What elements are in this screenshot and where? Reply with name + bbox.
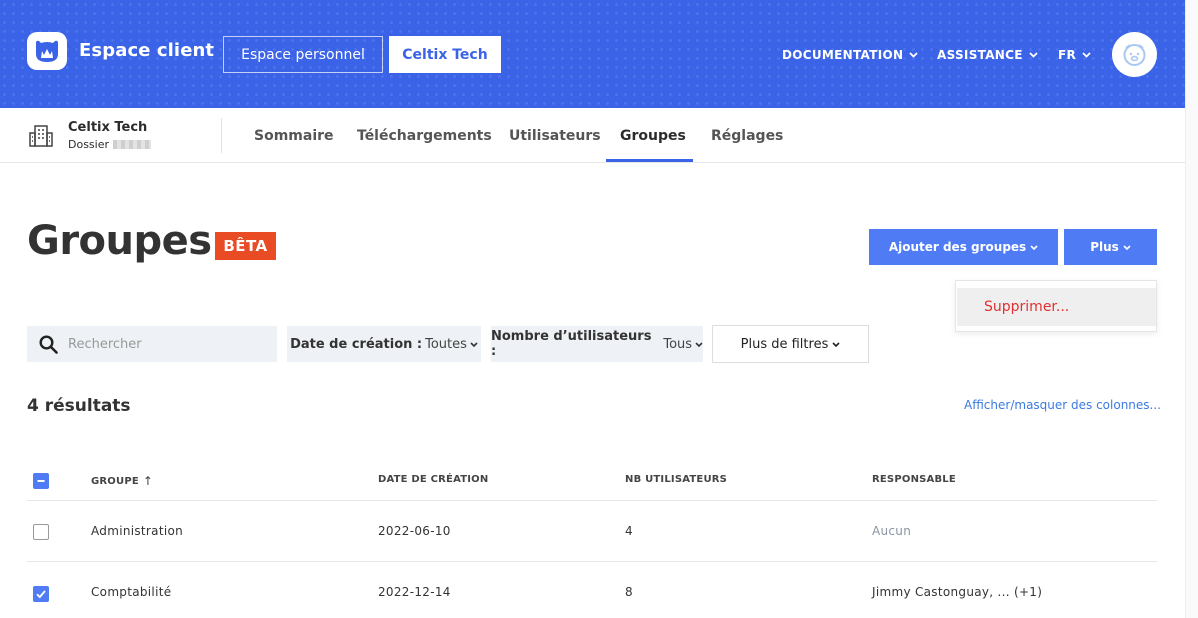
column-header-group[interactable]: GROUPE ↑ xyxy=(91,474,153,488)
minus-icon xyxy=(37,480,45,482)
account-name: Celtix Tech xyxy=(68,120,148,135)
sort-ascending-icon: ↑ xyxy=(142,474,154,488)
row-checkbox[interactable] xyxy=(33,586,49,602)
toggle-columns-link[interactable]: Afficher/masquer des colonnes... xyxy=(964,398,1161,412)
avatar-icon xyxy=(1123,44,1146,66)
table-cell-created: 2022-06-10 xyxy=(378,524,451,538)
more-filters-label: Plus de filtres xyxy=(740,336,829,352)
tab-utilisateurs[interactable]: Utilisateurs xyxy=(509,128,601,144)
tab-sommaire[interactable]: Sommaire xyxy=(254,128,334,144)
chevron-down-icon xyxy=(832,341,840,347)
vertical-scrollbar[interactable] xyxy=(1185,0,1198,618)
chevron-down-icon xyxy=(695,341,703,347)
divider xyxy=(221,118,222,153)
assistance-menu[interactable]: ASSISTANCE xyxy=(937,48,1038,62)
user-count-filter-value: Tous xyxy=(663,336,693,352)
column-header-owner[interactable]: RESPONSABLE xyxy=(872,474,956,485)
beta-badge: BÊTA xyxy=(215,232,276,260)
documentation-label: DOCUMENTATION xyxy=(782,48,904,62)
row-checkbox[interactable] xyxy=(33,524,49,540)
language-label: FR xyxy=(1058,48,1077,62)
building-icon xyxy=(29,125,53,147)
user-avatar[interactable] xyxy=(1112,32,1157,77)
table-cell-owner: Aucun xyxy=(872,524,912,538)
search-input[interactable] xyxy=(68,336,258,352)
checkmark-icon xyxy=(36,590,46,599)
table-cell-owner: Jimmy Castonguay, ... (+1) xyxy=(872,585,1043,599)
table-cell-created: 2022-12-14 xyxy=(378,585,451,599)
column-header-group-label: GROUPE xyxy=(91,475,139,487)
divider xyxy=(27,561,1157,562)
table-cell-users: 4 xyxy=(625,524,633,538)
redacted-folder-number xyxy=(113,140,152,149)
user-count-filter[interactable]: Nombre d’utilisateurs : Tous xyxy=(491,326,703,362)
more-label: Plus xyxy=(1090,240,1119,254)
chevron-down-icon xyxy=(470,341,478,347)
folder-label: Dossier xyxy=(68,138,110,151)
creation-date-filter[interactable]: Date de création : Toutes xyxy=(287,326,481,362)
chevron-down-icon xyxy=(909,52,918,58)
search-box[interactable] xyxy=(27,326,277,362)
chevron-down-icon xyxy=(1029,52,1038,58)
chevron-down-icon xyxy=(1030,244,1038,250)
add-groups-label: Ajouter des groupes xyxy=(888,240,1027,254)
search-icon xyxy=(39,334,58,354)
table-cell-group[interactable]: Administration xyxy=(91,524,183,538)
add-groups-button[interactable]: Ajouter des groupes xyxy=(869,229,1058,265)
language-menu[interactable]: FR xyxy=(1058,48,1091,62)
table-cell-group[interactable]: Comptabilité xyxy=(91,585,171,599)
brand-title[interactable]: Espace client xyxy=(79,40,214,61)
column-header-users[interactable]: NB UTILISATEURS xyxy=(625,474,727,485)
page-title: Groupes xyxy=(27,218,212,264)
account-folder: Dossier xyxy=(68,138,152,151)
assistance-label: ASSISTANCE xyxy=(937,48,1023,62)
active-tab-indicator xyxy=(606,159,693,162)
more-filters-button[interactable]: Plus de filtres xyxy=(712,325,869,363)
creation-date-filter-value: Toutes xyxy=(425,336,467,352)
column-header-created[interactable]: DATE DE CRÉATION xyxy=(378,474,488,485)
tab-reglages[interactable]: Réglages xyxy=(711,128,783,144)
tab-telechargements[interactable]: Téléchargements xyxy=(357,128,492,144)
select-all-checkbox[interactable] xyxy=(33,473,49,489)
top-header: Espace client Espace personnel Celtix Te… xyxy=(0,0,1185,108)
documentation-menu[interactable]: DOCUMENTATION xyxy=(782,48,918,62)
chevron-down-icon xyxy=(1082,52,1091,58)
tab-groupes[interactable]: Groupes xyxy=(620,128,686,144)
more-actions-button[interactable]: Plus xyxy=(1064,229,1157,265)
divider xyxy=(27,500,1157,501)
table-cell-users: 8 xyxy=(625,585,633,599)
brand-logo-icon[interactable] xyxy=(27,32,67,70)
sub-navigation: Celtix Tech Dossier Sommaire Téléchargem… xyxy=(0,108,1185,163)
creation-date-filter-label: Date de création : xyxy=(290,336,423,352)
delete-menu-item[interactable]: Supprimer... xyxy=(957,288,1156,326)
user-count-filter-label: Nombre d’utilisateurs : xyxy=(491,329,652,359)
more-actions-dropdown: Supprimer... xyxy=(955,280,1157,332)
results-count: 4 résultats xyxy=(27,396,131,416)
chevron-down-icon xyxy=(1123,244,1131,250)
org-switch-button[interactable]: Celtix Tech xyxy=(389,36,501,73)
personal-space-button[interactable]: Espace personnel xyxy=(223,36,383,73)
